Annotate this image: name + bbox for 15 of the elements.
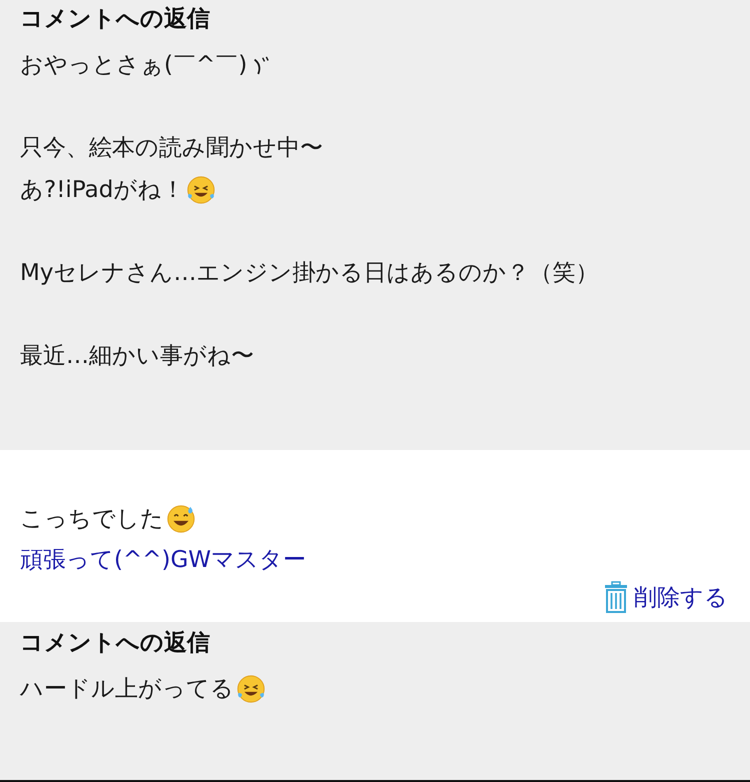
comment-text: 只今、絵本の読み聞かせ中〜 <box>20 134 323 163</box>
delete-button[interactable]: 削除する <box>602 580 730 614</box>
author-link[interactable]: 頑張って(^^)GWマスター <box>20 540 306 580</box>
reply-heading: コメントへの返信 <box>20 629 211 658</box>
laughing-emoji-icon <box>236 674 266 704</box>
comment-text: おやっとさぁ(￣^￣) <box>20 51 248 80</box>
comment-text: 最近…細かい事がね〜 <box>20 342 254 371</box>
comment-text: ハードル上がってる <box>20 675 234 704</box>
laughing-emoji-icon <box>186 175 216 205</box>
comment-text: こっちでした <box>20 505 164 534</box>
comment-text: Myセレナさん…エンジン掛かる日はあるのか？（笑） <box>20 259 598 288</box>
sweat-smile-emoji-icon <box>166 504 196 534</box>
comment-text: あ?!iPadがね！ <box>20 176 184 205</box>
trash-icon <box>604 580 628 614</box>
reply-heading: コメントへの返信 <box>20 5 211 34</box>
